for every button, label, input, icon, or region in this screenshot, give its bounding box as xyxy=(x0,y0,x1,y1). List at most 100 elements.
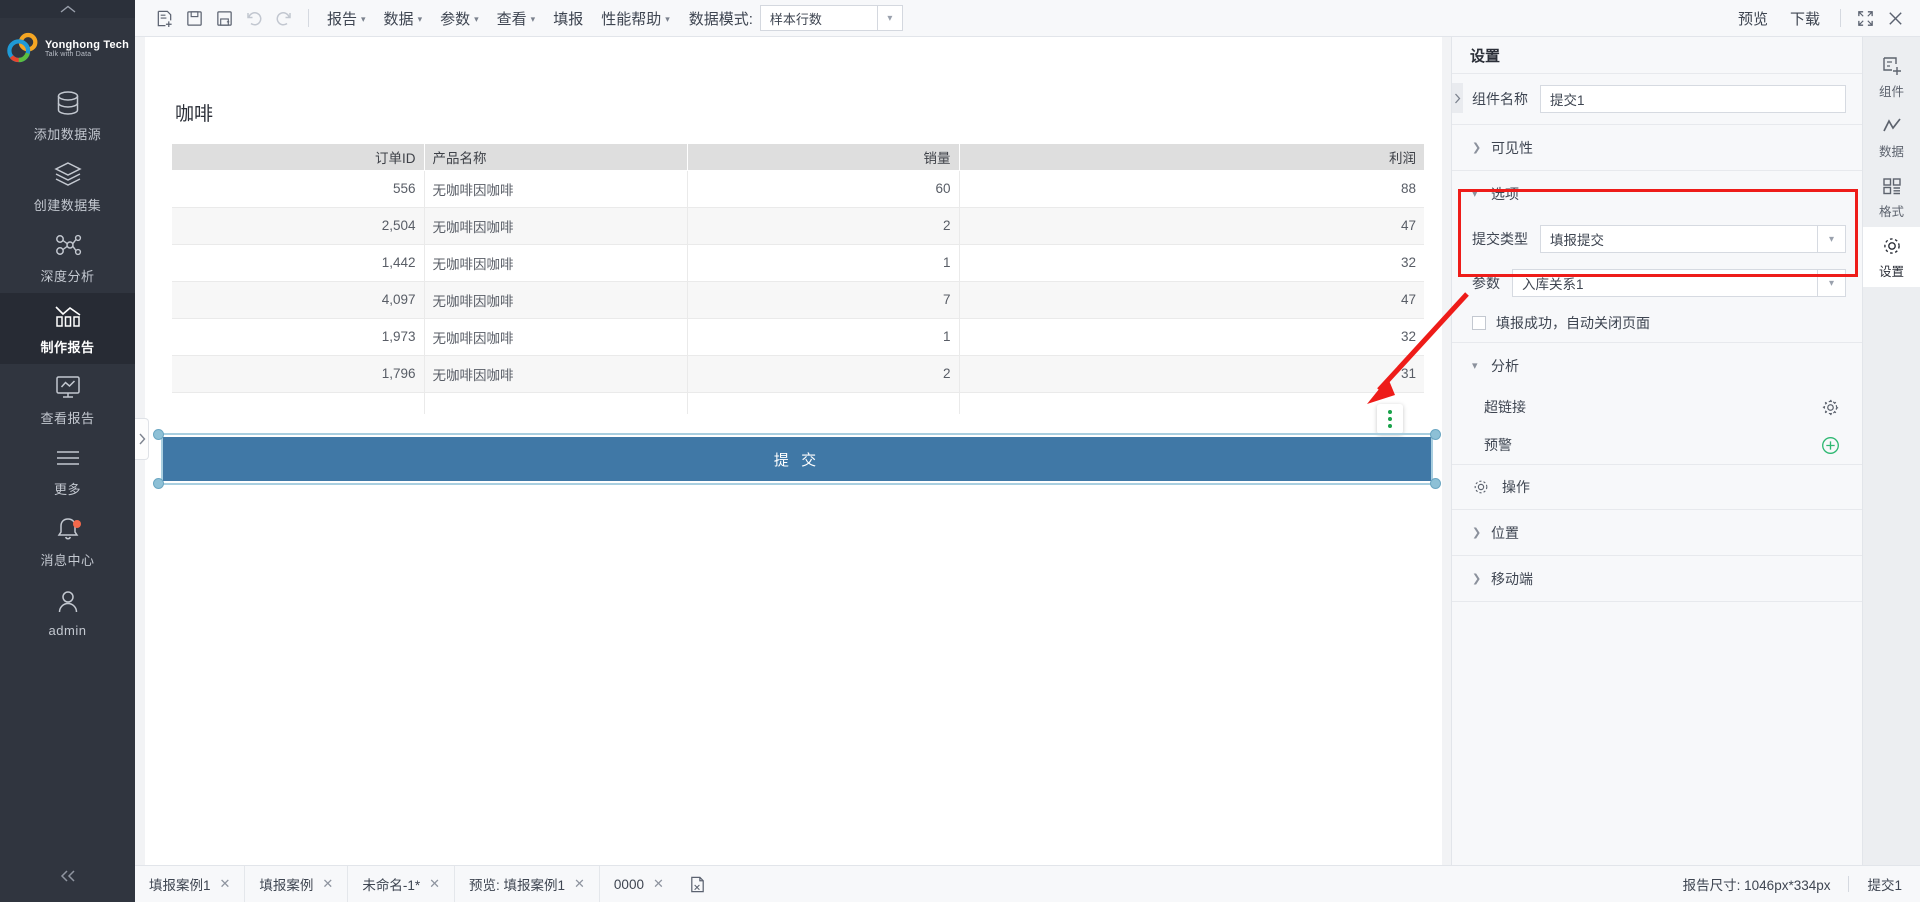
table-row[interactable]: 2,504 无咖啡因咖啡 2 47 xyxy=(172,207,1424,245)
menu-performance-help[interactable]: 性能帮助 ▾ xyxy=(592,3,679,33)
menu-data[interactable]: 数据 ▾ xyxy=(375,3,432,33)
monitor-chart-icon xyxy=(55,376,80,398)
submit-widget-selection: 提 交 xyxy=(153,429,1441,489)
table-row[interactable]: 1,796 无咖啡因咖啡 2 31 xyxy=(172,355,1424,393)
section-options[interactable]: ▾ 选项 xyxy=(1452,171,1862,216)
selected-component-name: 提交1 xyxy=(1867,878,1902,893)
sidebar-item-label: 添加数据源 xyxy=(33,127,102,142)
new-report-icon[interactable] xyxy=(149,3,179,33)
hyperlink-settings-button[interactable] xyxy=(1821,398,1840,417)
table-row[interactable]: 556 无咖啡因咖啡 60 88 xyxy=(172,170,1424,208)
cell-order-id: 1,442 xyxy=(172,244,425,282)
tab-item[interactable]: 0000 ✕ xyxy=(600,866,678,902)
table-header-cell-profit[interactable]: 利润 xyxy=(959,144,1424,171)
menu-parameter[interactable]: 参数 ▾ xyxy=(431,3,488,33)
sidebar-item-more[interactable]: 更多 xyxy=(0,435,135,506)
chevron-down-icon[interactable]: ▾ xyxy=(1818,225,1846,253)
expand-icon[interactable] xyxy=(1850,3,1880,33)
tab-item[interactable]: 填报案例1 ✕ xyxy=(135,865,246,902)
operation-row[interactable]: 操作 xyxy=(1452,465,1862,509)
sidebar-item-label: 创建数据集 xyxy=(33,198,102,213)
settings-panel-collapse-button[interactable] xyxy=(1452,83,1463,113)
canvas-panel-toggle-button[interactable] xyxy=(135,418,149,460)
undo-icon[interactable] xyxy=(239,3,269,33)
data-mode-select-value[interactable]: 样本行数 xyxy=(759,5,878,31)
new-file-icon[interactable] xyxy=(678,866,718,902)
rail-item-settings[interactable]: 设置 xyxy=(1862,227,1920,287)
bottom-tab-bar: 填报案例1 ✕ 填报案例 ✕ 未命名-1* ✕ 预览: 填报案例1 ✕ 0000… xyxy=(135,865,1920,902)
sidebar-item-view-report[interactable]: 查看报告 xyxy=(0,364,135,435)
chevron-down-icon[interactable]: ▾ xyxy=(1818,269,1846,297)
close-icon[interactable]: ✕ xyxy=(220,876,231,892)
cell-profit: 31 xyxy=(959,355,1424,393)
data-table: 订单ID 产品名称 销量 利润 556 无咖啡因咖啡 60 88 2,504 无… xyxy=(172,144,1424,414)
table-header-cell-product[interactable]: 产品名称 xyxy=(424,144,688,171)
section-position[interactable]: ❯ 位置 xyxy=(1452,510,1862,555)
table-header-cell-order-id[interactable]: 订单ID xyxy=(172,144,425,171)
chevron-down-icon: ▾ xyxy=(474,13,479,24)
sidebar-item-user[interactable]: admin xyxy=(0,577,135,648)
sidebar-item-deep-analysis[interactable]: 深度分析 xyxy=(0,222,135,293)
more-vertical-icon[interactable] xyxy=(1377,404,1403,434)
sidebar-collapse-button[interactable] xyxy=(0,850,135,902)
sidebar-item-add-datasource[interactable]: 添加数据源 xyxy=(0,80,135,151)
table-row[interactable]: 4,097 无咖啡因咖啡 7 47 xyxy=(172,281,1424,319)
chevron-down-icon: ▾ xyxy=(361,13,366,24)
resize-handle-top-right[interactable] xyxy=(1430,429,1441,440)
cell-order-id: 556 xyxy=(172,170,425,208)
param-select[interactable]: 入库关系1 ▾ xyxy=(1512,269,1846,297)
section-mobile[interactable]: ❯ 移动端 xyxy=(1452,556,1862,601)
sidebar-item-make-report[interactable]: 制作报告 xyxy=(0,293,135,364)
tab-item[interactable]: 预览: 填报案例1 ✕ xyxy=(455,865,600,902)
submit-button[interactable]: 提 交 xyxy=(161,437,1433,481)
close-icon[interactable] xyxy=(1880,3,1910,33)
close-icon[interactable]: ✕ xyxy=(322,876,333,892)
sidebar-collapse-top-button[interactable] xyxy=(0,0,135,18)
table-row[interactable]: 1,442 无咖啡因咖啡 1 32 xyxy=(172,244,1424,282)
cell-order-id: 1,973 xyxy=(172,318,425,356)
auto-close-checkbox-row[interactable]: 填报成功，自动关闭页面 xyxy=(1452,304,1862,342)
download-button[interactable]: 下载 xyxy=(1779,3,1831,33)
toolbar-right-actions: 预览 下载 xyxy=(1727,3,1910,33)
menu-view[interactable]: 查看 ▾ xyxy=(488,3,545,33)
data-mode-dropdown-button[interactable]: ▾ xyxy=(876,5,903,31)
app-logo[interactable]: Yonghong Tech Talk with Data xyxy=(0,18,135,80)
close-icon[interactable]: ✕ xyxy=(653,876,664,892)
menu-report[interactable]: 报告 ▾ xyxy=(318,3,375,33)
report-sheet: 咖啡 订单ID 产品名称 销量 利润 556 无咖啡因咖啡 60 88 2,50… xyxy=(145,37,1442,865)
preview-button[interactable]: 预览 xyxy=(1727,3,1779,33)
tab-item[interactable]: 未命名-1* ✕ xyxy=(348,865,455,902)
layers-icon xyxy=(53,162,82,186)
save-icon[interactable] xyxy=(179,3,209,33)
rail-item-format[interactable]: 格式 xyxy=(1863,167,1920,227)
resize-handle-bottom-right[interactable] xyxy=(1430,478,1441,489)
settings-panel: 设置 组件名称 提交1 ❯ 可见性 ▾ 选项 提交类型 填报提交 ▾ 参数 入库… xyxy=(1451,37,1862,865)
sidebar-item-message-center[interactable]: 消息中心 xyxy=(0,506,135,577)
sidebar-item-label: 查看报告 xyxy=(40,411,95,426)
redo-icon[interactable] xyxy=(269,3,299,33)
tab-label: 填报案例 xyxy=(259,878,314,893)
tab-item[interactable]: 填报案例 ✕ xyxy=(245,865,349,902)
rail-item-data[interactable]: 数据 xyxy=(1863,107,1920,167)
save-as-icon[interactable] xyxy=(209,3,239,33)
component-name-input[interactable]: 提交1 xyxy=(1540,85,1846,113)
table-header-cell-sales[interactable]: 销量 xyxy=(687,144,960,171)
submit-type-select[interactable]: 填报提交 ▾ xyxy=(1540,225,1846,253)
menu-fillreport[interactable]: 填报 xyxy=(544,3,592,33)
rail-item-component[interactable]: 组件 xyxy=(1863,47,1920,107)
section-visibility[interactable]: ❯ 可见性 xyxy=(1452,125,1862,170)
section-label: 可见性 xyxy=(1491,139,1533,156)
rail-item-label: 格式 xyxy=(1878,204,1904,219)
resize-handle-bottom-left[interactable] xyxy=(153,478,164,489)
resize-handle-top-left[interactable] xyxy=(153,429,164,440)
submit-type-value: 填报提交 xyxy=(1540,225,1818,253)
close-icon[interactable]: ✕ xyxy=(429,876,440,892)
auto-close-checkbox[interactable] xyxy=(1472,316,1486,330)
component-add-icon xyxy=(1882,56,1901,75)
alert-add-button[interactable] xyxy=(1821,436,1840,455)
sidebar-item-create-dataset[interactable]: 创建数据集 xyxy=(0,151,135,222)
chevron-right-icon: ❯ xyxy=(1472,142,1482,154)
table-row[interactable]: 1,973 无咖啡因咖啡 1 32 xyxy=(172,318,1424,356)
section-analysis[interactable]: ▾ 分析 xyxy=(1452,343,1862,388)
close-icon[interactable]: ✕ xyxy=(574,876,585,892)
